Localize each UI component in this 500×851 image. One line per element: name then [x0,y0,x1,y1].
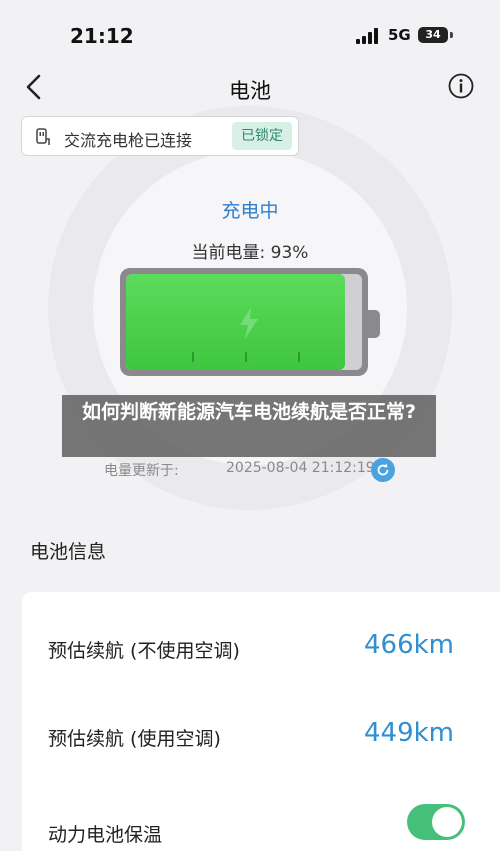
charging-state: 充电中 [221,200,279,222]
range-no-ac-value: 466km [363,630,454,660]
plug-icon [33,127,53,147]
battery-tick [192,352,194,362]
toggle-knob [432,807,462,837]
battery-tick [245,352,247,362]
battery-level-label: 当前电量: 93% [191,243,309,263]
update-label: 电量更新于: [104,463,179,479]
range-ac-label: 预估续航 (使用空调) [48,728,221,750]
battery-level: 34 [425,28,441,41]
signal-icon [356,28,380,44]
section-title: 电池信息 [30,541,107,563]
info-icon[interactable] [448,73,474,99]
page-title: 电池 [229,79,271,103]
battery-heating-toggle[interactable] [407,804,465,840]
range-ac-value: 449km [363,718,454,748]
battery-icon: 34 [418,27,448,43]
network-label: 5G [388,26,411,44]
charger-status-text: 交流充电枪已连接 [64,131,193,150]
battery-tick [298,352,300,362]
battery-heating-label: 动力电池保温 [48,824,163,846]
locked-badge: 已锁定 [232,122,292,150]
status-bar: 21:12 5G 34 [0,0,500,72]
overlay-banner: 如何判断新能源汽车电池续航是否正常? [62,395,436,457]
overlay-text: 如何判断新能源汽车电池续航是否正常? [81,401,417,423]
battery-info-card: 预估续航 (不使用空调) 466km 预估续航 (使用空调) 449km 动力电… [22,592,500,851]
update-timestamp: 2025-08-04 21:12:19 [226,460,375,476]
refresh-icon[interactable] [371,458,395,482]
status-time: 21:12 [70,24,134,48]
battery-graphic-tip [368,310,380,338]
battery-tip [450,32,453,38]
range-no-ac-label: 预估续航 (不使用空调) [48,640,240,662]
lightning-icon [236,306,262,340]
charger-status-chip: 交流充电枪已连接 已锁定 [21,116,299,156]
